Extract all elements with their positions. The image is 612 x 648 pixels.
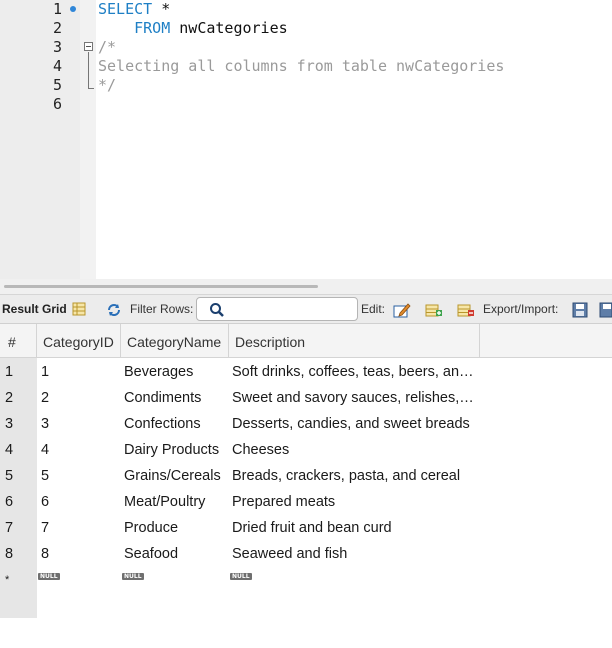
fold-range-line bbox=[88, 52, 89, 88]
result-grid[interactable]: # CategoryID CategoryName Description 1 … bbox=[0, 324, 612, 648]
table-row[interactable]: 1 1 Beverages Soft drinks, coffees, teas… bbox=[0, 359, 612, 385]
column-header-categoryid[interactable]: CategoryID bbox=[37, 324, 121, 357]
cell-categoryname[interactable]: Dairy Products bbox=[124, 437, 227, 463]
code-line: 4 Selecting all columns from table nwCat… bbox=[0, 57, 612, 76]
row-number: 5 bbox=[5, 468, 14, 484]
table-row[interactable]: 4 4 Dairy Products Cheeses bbox=[0, 437, 612, 463]
cell-categoryname[interactable]: Meat/Poultry bbox=[124, 489, 227, 515]
code-line: 5 */ bbox=[0, 76, 612, 95]
code-line: 3 /* bbox=[0, 38, 612, 57]
line-number: 1 bbox=[52, 0, 62, 18]
table-row[interactable]: 7 7 Produce Dried fruit and bean curd bbox=[0, 515, 612, 541]
scrollbar-thumb[interactable] bbox=[4, 285, 318, 288]
delete-row-icon[interactable] bbox=[457, 302, 475, 318]
insert-row-icon[interactable] bbox=[425, 302, 443, 318]
line-number: 6 bbox=[52, 95, 62, 113]
fold-toggle-icon[interactable] bbox=[84, 42, 93, 51]
column-header-categoryname[interactable]: CategoryName bbox=[121, 324, 229, 357]
result-grid-label: Result Grid bbox=[2, 302, 67, 316]
null-badge[interactable]: NULL bbox=[230, 573, 252, 580]
cell-categoryid[interactable]: 8 bbox=[41, 541, 119, 567]
column-header-rownum[interactable]: # bbox=[0, 324, 37, 357]
cell-description[interactable]: Desserts, candies, and sweet breads bbox=[232, 411, 477, 437]
cell-categoryid[interactable]: 4 bbox=[41, 437, 119, 463]
line-number: 4 bbox=[52, 57, 62, 75]
cell-description[interactable]: Prepared meats bbox=[232, 489, 477, 515]
export-icon[interactable] bbox=[572, 302, 590, 318]
table-row[interactable]: 2 2 Condiments Sweet and savory sauces, … bbox=[0, 385, 612, 411]
sql-comment: /* bbox=[98, 38, 117, 56]
new-row-marker: * bbox=[5, 574, 10, 586]
table-row[interactable]: 5 5 Grains/Cereals Breads, crackers, pas… bbox=[0, 463, 612, 489]
sql-keyword: SELECT bbox=[98, 0, 153, 18]
cell-categoryname[interactable]: Beverages bbox=[124, 359, 227, 385]
sql-keyword: FROM bbox=[134, 19, 171, 37]
export-import-label: Export/Import: bbox=[483, 302, 559, 316]
cell-categoryid[interactable]: 1 bbox=[41, 359, 119, 385]
code-line: 1 SELECT * bbox=[0, 0, 612, 19]
grid-header-row: # CategoryID CategoryName Description bbox=[0, 324, 612, 358]
row-number: 2 bbox=[5, 390, 14, 406]
code-line: 6 bbox=[0, 95, 612, 114]
cell-categoryid[interactable]: 3 bbox=[41, 411, 119, 437]
cell-description[interactable]: Dried fruit and bean curd bbox=[232, 515, 477, 541]
cell-categoryname[interactable]: Grains/Cereals bbox=[124, 463, 227, 489]
statement-marker-icon bbox=[70, 6, 76, 12]
refresh-icon[interactable] bbox=[106, 303, 122, 317]
cell-categoryid[interactable]: 2 bbox=[41, 385, 119, 411]
line-number: 5 bbox=[52, 76, 62, 94]
table-row[interactable]: 8 8 Seafood Seaweed and fish bbox=[0, 541, 612, 567]
column-header-description[interactable]: Description bbox=[229, 324, 480, 357]
fold-range-end bbox=[88, 88, 94, 89]
sql-comment: Selecting all columns from table nwCateg… bbox=[98, 57, 505, 75]
cell-categoryid[interactable]: 6 bbox=[41, 489, 119, 515]
cell-description[interactable]: Breads, crackers, pasta, and cereal bbox=[232, 463, 477, 489]
null-badge[interactable]: NULL bbox=[122, 573, 144, 580]
table-row[interactable]: 3 3 Confections Desserts, candies, and s… bbox=[0, 411, 612, 437]
edit-label: Edit: bbox=[361, 302, 386, 316]
sql-text: nwCategories bbox=[170, 19, 288, 37]
sql-comment: */ bbox=[98, 76, 117, 94]
result-grid-icon[interactable] bbox=[72, 302, 86, 316]
cell-categoryid[interactable]: 5 bbox=[41, 463, 119, 489]
sql-editor[interactable]: 1 SELECT * 2 FROM nwCategories 3 /* 4 Se… bbox=[0, 0, 612, 279]
result-toolbar: Result Grid Filter Rows: Edit: Export/Im… bbox=[0, 294, 612, 324]
row-number: 7 bbox=[5, 520, 14, 536]
cell-description[interactable]: Cheeses bbox=[232, 437, 477, 463]
line-number: 3 bbox=[52, 38, 62, 56]
row-number: 8 bbox=[5, 546, 14, 562]
cell-description[interactable]: Soft drinks, coffees, teas, beers, an… bbox=[232, 359, 477, 385]
row-number: 1 bbox=[5, 364, 14, 380]
table-row[interactable]: 6 6 Meat/Poultry Prepared meats bbox=[0, 489, 612, 515]
search-icon bbox=[210, 303, 224, 317]
code-line: 2 FROM nwCategories bbox=[0, 19, 612, 38]
cell-categoryid[interactable]: 7 bbox=[41, 515, 119, 541]
cell-categoryname[interactable]: Confections bbox=[124, 411, 227, 437]
cell-categoryname[interactable]: Condiments bbox=[124, 385, 227, 411]
cell-categoryname[interactable]: Produce bbox=[124, 515, 227, 541]
line-number: 2 bbox=[52, 19, 62, 37]
import-icon[interactable] bbox=[598, 302, 612, 318]
edit-row-icon[interactable] bbox=[393, 302, 411, 318]
filter-rows-label: Filter Rows: bbox=[130, 302, 194, 316]
new-row[interactable]: * NULL NULL NULL bbox=[0, 567, 612, 589]
sql-text: * bbox=[152, 0, 171, 18]
row-number: 4 bbox=[5, 442, 14, 458]
null-badge[interactable]: NULL bbox=[38, 573, 60, 580]
row-number: 6 bbox=[5, 494, 14, 510]
filter-rows-input[interactable] bbox=[196, 297, 358, 321]
cell-description[interactable]: Seaweed and fish bbox=[232, 541, 477, 567]
cell-categoryname[interactable]: Seafood bbox=[124, 541, 227, 567]
cell-description[interactable]: Sweet and savory sauces, relishes, … bbox=[232, 385, 477, 411]
row-number: 3 bbox=[5, 416, 14, 432]
